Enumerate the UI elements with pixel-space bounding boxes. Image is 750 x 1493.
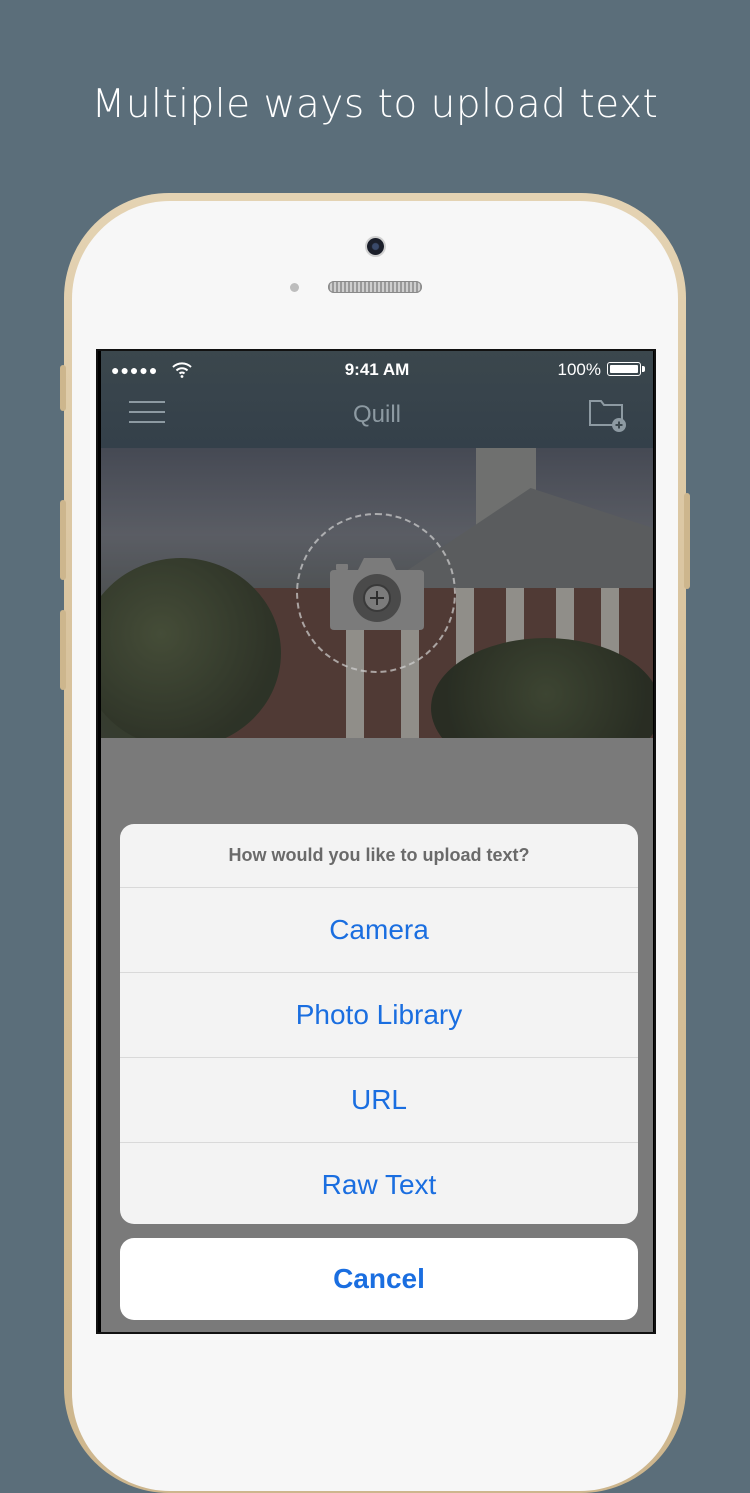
phone-screen: ●●●●● 9:41 AM 100% Quill How would you l…: [96, 349, 656, 1334]
option-camera[interactable]: Camera: [120, 888, 638, 973]
cancel-button[interactable]: Cancel: [120, 1238, 638, 1320]
app-title: Quill: [352, 401, 401, 428]
promo-headline: Multiple ways to upload text: [91, 82, 659, 127]
battery-percentage: 100%: [557, 360, 601, 379]
option-photo-library[interactable]: Photo Library: [120, 973, 638, 1058]
option-url[interactable]: URL: [120, 1058, 638, 1143]
front-camera: [367, 238, 384, 255]
option-raw-text[interactable]: Raw Text: [120, 1143, 638, 1224]
status-bar: ●●●●● 9:41 AM 100%: [101, 351, 653, 391]
action-sheet-title: How would you like to upload text?: [120, 824, 638, 888]
phone-mute-switch: [60, 365, 66, 411]
battery-icon: [607, 362, 645, 376]
navigation-bar: ●●●●● 9:41 AM 100% Quill: [101, 351, 653, 448]
folder-add-icon[interactable]: [587, 395, 627, 433]
phone-volume-down: [60, 610, 66, 690]
camera-add-icon[interactable]: [328, 552, 426, 632]
action-sheet: How would you like to upload text? Camer…: [120, 824, 638, 1224]
earpiece-speaker: [328, 281, 422, 293]
phone-power-button: [684, 493, 690, 589]
hero-image[interactable]: [101, 448, 653, 738]
phone-volume-up: [60, 500, 66, 580]
proximity-sensor: [290, 283, 299, 292]
